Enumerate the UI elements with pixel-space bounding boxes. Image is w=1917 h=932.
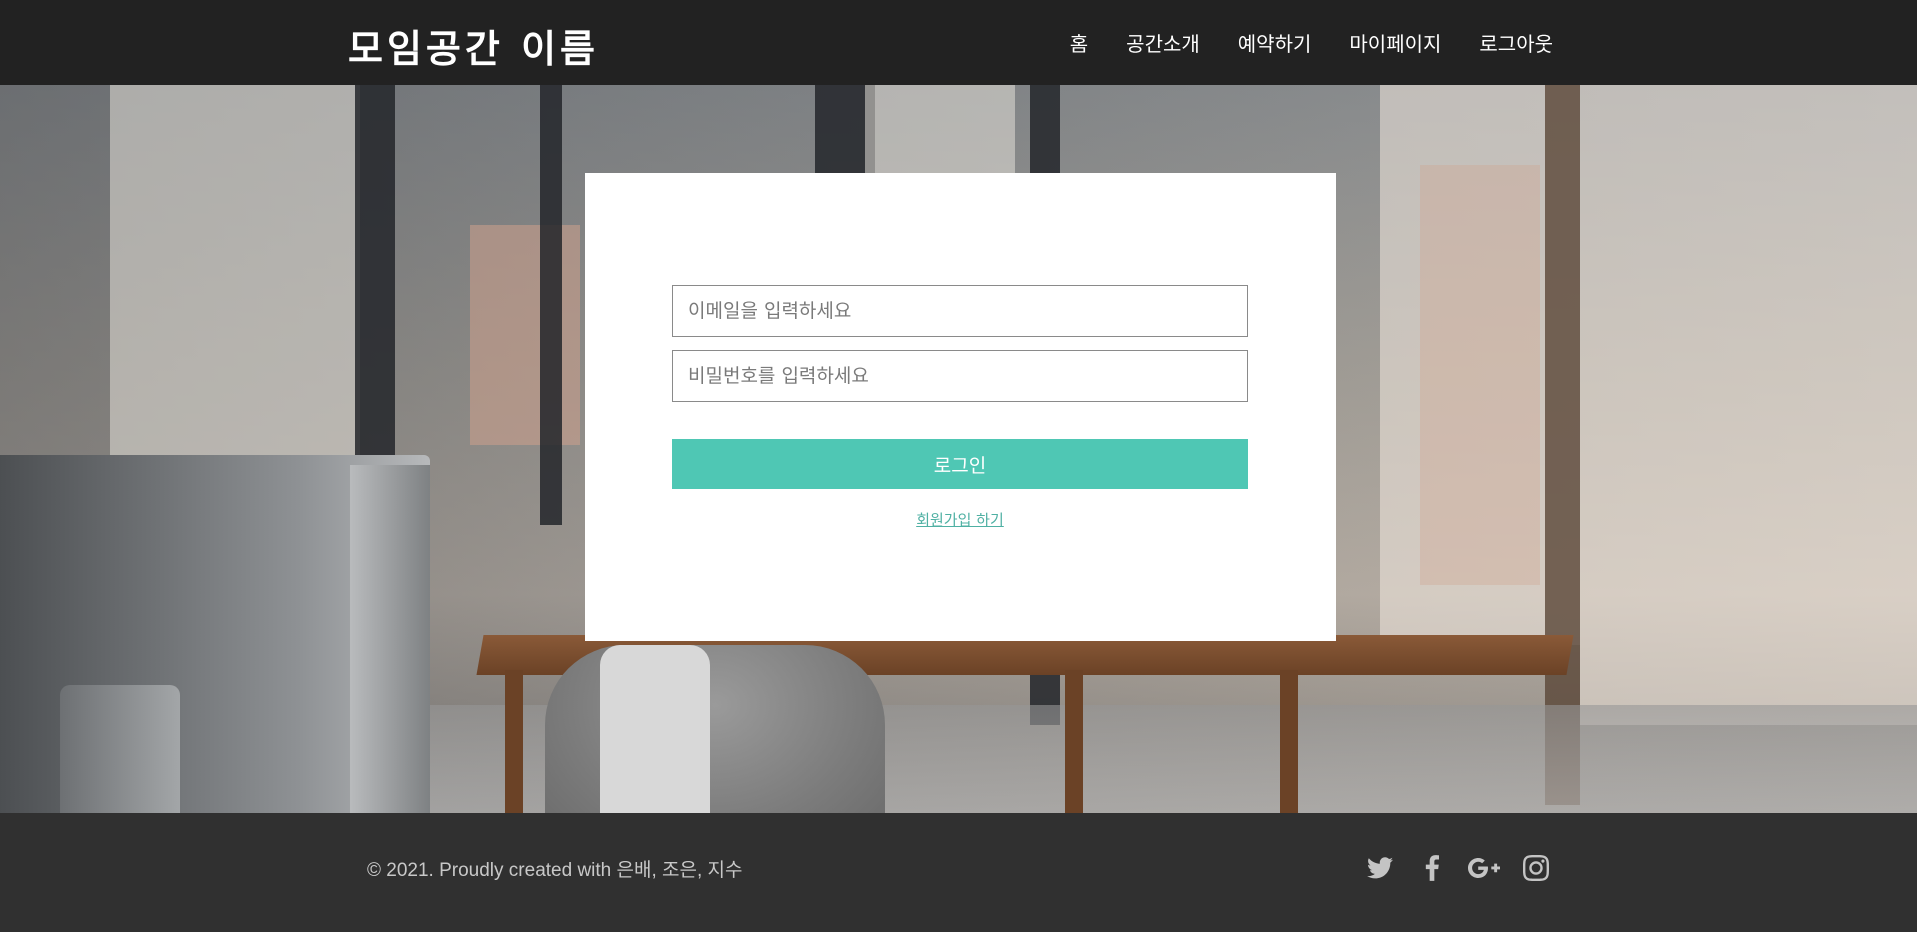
facebook-icon[interactable] bbox=[1415, 851, 1449, 885]
window-frame bbox=[1545, 85, 1580, 805]
copyright-text: © 2021. Proudly created with 은배, 조은, 지수 bbox=[367, 860, 743, 881]
background-building bbox=[470, 225, 580, 445]
person-shirt bbox=[600, 645, 710, 813]
signup-link[interactable]: 회원가입 하기 bbox=[672, 509, 1248, 530]
instagram-icon[interactable] bbox=[1519, 851, 1553, 885]
site-title[interactable]: 모임공간 이름 bbox=[348, 18, 599, 73]
person-cardigan bbox=[545, 645, 885, 813]
shelf-items bbox=[1420, 165, 1540, 585]
password-input[interactable] bbox=[672, 350, 1248, 402]
nav-item-about-space[interactable]: 공간소개 bbox=[1126, 28, 1200, 57]
email-input[interactable] bbox=[672, 285, 1248, 337]
social-links bbox=[1363, 851, 1553, 885]
twitter-icon[interactable] bbox=[1363, 851, 1397, 885]
site-footer: © 2021. Proudly created with 은배, 조은, 지수 bbox=[0, 813, 1917, 932]
monitor-edge bbox=[350, 465, 430, 813]
table-leg bbox=[505, 670, 523, 813]
window-right bbox=[1580, 85, 1917, 725]
google-plus-icon[interactable] bbox=[1467, 851, 1501, 885]
nav-item-logout[interactable]: 로그아웃 bbox=[1479, 28, 1553, 57]
main-nav: 홈 공간소개 예약하기 마이페이지 로그아웃 bbox=[1070, 0, 1553, 85]
table-leg bbox=[1065, 670, 1083, 813]
nav-item-mypage[interactable]: 마이페이지 bbox=[1349, 28, 1441, 57]
monitor-stand bbox=[60, 685, 180, 813]
site-header: 모임공간 이름 홈 공간소개 예약하기 마이페이지 로그아웃 bbox=[0, 0, 1917, 85]
page: 모임공간 이름 홈 공간소개 예약하기 마이페이지 로그아웃 이메일을 입력하세… bbox=[0, 0, 1917, 932]
table-leg bbox=[1280, 670, 1298, 813]
nav-item-home[interactable]: 홈 bbox=[1070, 28, 1088, 57]
window-frame bbox=[540, 85, 562, 525]
login-card: 로그인 회원가입 하기 bbox=[585, 173, 1336, 641]
login-button[interactable]: 로그인 bbox=[672, 439, 1248, 489]
nav-item-reservation[interactable]: 예약하기 bbox=[1238, 28, 1312, 57]
